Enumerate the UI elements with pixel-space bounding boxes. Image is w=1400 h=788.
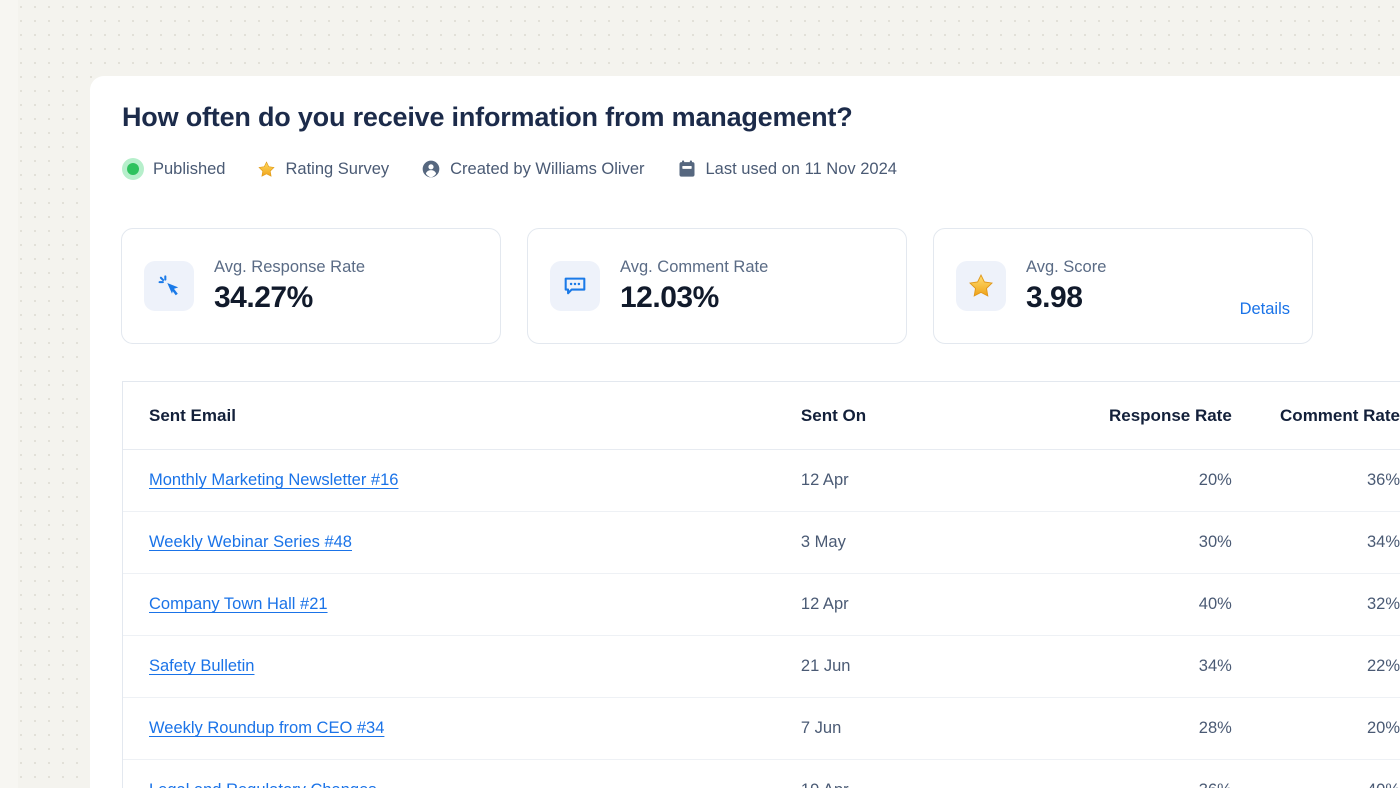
cell-comment-rate: 22% — [1231, 635, 1400, 698]
user-circle-icon — [421, 159, 441, 179]
status-dot-icon — [122, 158, 144, 180]
meta-status: Published — [122, 158, 225, 180]
cell-response-rate: 20% — [1011, 449, 1232, 512]
table-row: Monthly Marketing Newsletter #16 12 Apr … — [123, 449, 1400, 512]
table-row: Company Town Hall #21 12 Apr 40% 32% — [123, 573, 1400, 636]
cell-sent-on: 19 Apr — [800, 759, 1012, 788]
meta-last-used: Last used on 11 Nov 2024 — [677, 159, 897, 179]
column-header-response-rate[interactable]: Response Rate — [1011, 382, 1232, 450]
survey-meta-row: Published Rating Survey Created by Willi… — [122, 158, 929, 180]
details-link[interactable]: Details — [1240, 300, 1290, 319]
cell-response-rate: 34% — [1011, 635, 1232, 698]
stat-label: Avg. Comment Rate — [620, 257, 769, 276]
cell-response-rate: 30% — [1011, 511, 1232, 574]
star-icon — [956, 261, 1006, 311]
stat-cards-row: Avg. Response Rate 34.27% Avg. Comment R… — [121, 228, 1313, 344]
column-header-sent-on[interactable]: Sent On — [800, 382, 1012, 450]
email-link[interactable]: Safety Bulletin — [149, 657, 254, 675]
meta-status-label: Published — [153, 159, 226, 178]
cell-comment-rate: 40% — [1231, 759, 1400, 788]
cell-comment-rate: 36% — [1231, 449, 1400, 512]
stat-card-comment-rate: Avg. Comment Rate 12.03% — [527, 228, 907, 344]
email-link[interactable]: Weekly Roundup from CEO #34 — [149, 719, 384, 737]
sent-emails-table: Sent Email Sent On Response Rate Comment… — [123, 382, 1400, 788]
stat-label: Avg. Score — [1026, 257, 1107, 276]
page-title: How often do you receive information fro… — [122, 102, 853, 132]
cell-sent-on: 12 Apr — [800, 449, 1012, 512]
calendar-icon — [677, 159, 697, 179]
column-header-comment-rate[interactable]: Comment Rate — [1231, 382, 1400, 450]
cell-response-rate: 40% — [1011, 573, 1232, 636]
star-icon — [257, 160, 276, 179]
comment-bubble-icon — [550, 261, 600, 311]
email-link[interactable]: Company Town Hall #21 — [149, 595, 328, 613]
stat-value: 34.27% — [214, 280, 313, 314]
survey-detail-surface: How often do you receive information fro… — [90, 76, 1400, 788]
stat-label: Avg. Response Rate — [214, 257, 366, 276]
cell-comment-rate: 34% — [1231, 511, 1400, 574]
sent-emails-table-panel: Sent Email Sent On Response Rate Comment… — [122, 381, 1400, 788]
cell-sent-on: 7 Jun — [800, 697, 1012, 760]
table-body: Monthly Marketing Newsletter #16 12 Apr … — [123, 449, 1400, 788]
meta-creator-label: Created by Williams Oliver — [450, 159, 645, 178]
cell-response-rate: 36% — [1011, 759, 1232, 788]
stat-value: 12.03% — [620, 280, 719, 314]
email-link[interactable]: Legal and Regulatory Changes — [149, 781, 377, 788]
cell-sent-on: 12 Apr — [800, 573, 1012, 636]
meta-creator: Created by Williams Oliver — [421, 159, 645, 179]
table-header-row: Sent Email Sent On Response Rate Comment… — [123, 382, 1400, 450]
table-row: Weekly Roundup from CEO #34 7 Jun 28% 20… — [123, 697, 1400, 760]
cell-response-rate: 28% — [1011, 697, 1232, 760]
email-link[interactable]: Monthly Marketing Newsletter #16 — [149, 471, 398, 489]
table-row: Legal and Regulatory Changes 19 Apr 36% … — [123, 759, 1400, 788]
meta-survey-type-label: Rating Survey — [285, 159, 390, 178]
table-row: Safety Bulletin 21 Jun 34% 22% — [123, 635, 1400, 698]
stat-value: 3.98 — [1026, 280, 1083, 314]
cell-sent-on: 3 May — [800, 511, 1012, 574]
email-link[interactable]: Weekly Webinar Series #48 — [149, 533, 352, 551]
cell-sent-on: 21 Jun — [800, 635, 1012, 698]
page-left-strip — [0, 0, 18, 788]
stat-card-response-rate: Avg. Response Rate 34.27% — [121, 228, 501, 344]
table-header: Sent Email Sent On Response Rate Comment… — [123, 382, 1400, 450]
column-header-sent-email[interactable]: Sent Email — [123, 382, 801, 450]
cell-comment-rate: 20% — [1231, 697, 1400, 760]
stat-card-avg-score: Avg. Score 3.98 Details — [933, 228, 1313, 344]
cell-comment-rate: 32% — [1231, 573, 1400, 636]
table-row: Weekly Webinar Series #48 3 May 30% 34% — [123, 511, 1400, 574]
meta-last-used-label: Last used on 11 Nov 2024 — [705, 159, 897, 178]
meta-survey-type: Rating Survey — [257, 160, 389, 179]
cursor-click-icon — [144, 261, 194, 311]
